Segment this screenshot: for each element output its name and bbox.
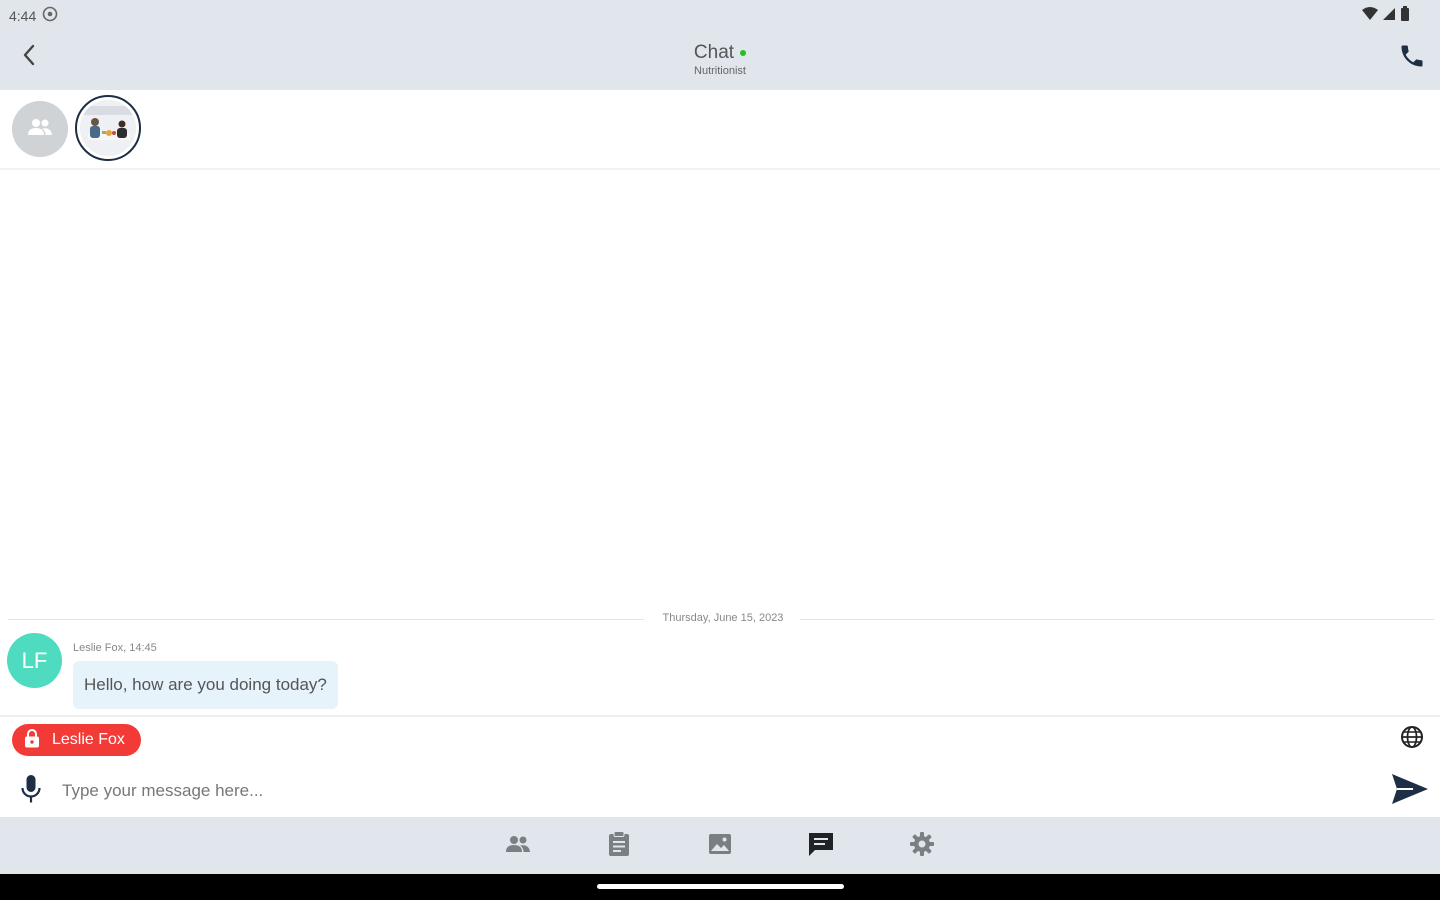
clipboard-icon: [608, 830, 630, 862]
page-subtitle: Nutritionist: [694, 65, 746, 77]
status-time-group: 4:44: [9, 6, 58, 25]
globe-icon: [1400, 725, 1424, 754]
online-status-dot: [740, 50, 747, 56]
wifi-icon: [1362, 7, 1378, 26]
recipient-name: Leslie Fox: [52, 731, 125, 748]
message-text: Hello, how are you doing today?: [84, 675, 327, 694]
chat-area[interactable]: Thursday, June 15, 2023 LF Leslie Fox, 1…: [0, 172, 1440, 715]
status-bar: 4:44: [0, 0, 1440, 30]
message-composer: Leslie Fox: [0, 715, 1440, 817]
nav-item-clipboard[interactable]: [604, 830, 634, 862]
microphone-icon: [20, 774, 42, 809]
message-bubble[interactable]: Hello, how are you doing today?: [73, 661, 338, 709]
signal-icon: [1382, 7, 1396, 26]
status-time: 4:44: [9, 7, 37, 24]
header-center: Chat Nutritionist: [0, 42, 1440, 77]
nav-item-chat[interactable]: [806, 831, 836, 861]
bottom-navigation: [0, 817, 1440, 874]
chat-icon: [808, 831, 834, 862]
participants-bar: [0, 90, 1440, 170]
page-title: Chat: [693, 42, 735, 63]
people-icon: [505, 834, 531, 859]
settings-icon: [909, 831, 935, 862]
divider-line-right: [800, 619, 1434, 620]
lock-icon: [24, 728, 40, 753]
date-divider: Thursday, June 15, 2023: [8, 610, 1434, 630]
home-indicator[interactable]: [597, 884, 844, 889]
send-icon: [1391, 772, 1429, 811]
group-icon: [27, 117, 53, 142]
date-label: Thursday, June 15, 2023: [662, 612, 784, 624]
send-button[interactable]: [1390, 772, 1430, 810]
image-icon: [708, 833, 732, 860]
translate-button[interactable]: [1398, 725, 1426, 753]
message-input[interactable]: [62, 777, 1362, 805]
nav-item-settings[interactable]: [907, 831, 937, 861]
divider-line-left: [8, 619, 644, 620]
system-gesture-bar: [0, 874, 1440, 900]
call-button[interactable]: [1396, 42, 1428, 74]
phone-icon: [1398, 42, 1426, 75]
microphone-button[interactable]: [16, 774, 46, 808]
recipient-chip[interactable]: Leslie Fox: [12, 724, 141, 756]
app-bar: Chat Nutritionist: [0, 30, 1440, 90]
page-title-group: Chat: [693, 42, 747, 64]
photo-avatar[interactable]: [75, 95, 141, 161]
nav-item-people[interactable]: [503, 831, 533, 861]
message-meta: Leslie Fox, 14:45: [73, 642, 157, 654]
settings-notification-icon: [42, 6, 58, 25]
status-icons: [1362, 6, 1410, 27]
battery-icon: [1400, 6, 1410, 27]
message-avatar[interactable]: LF: [7, 633, 62, 688]
avatar-photo: [80, 100, 136, 156]
nav-item-gallery[interactable]: [705, 831, 735, 861]
group-avatar[interactable]: [12, 101, 68, 157]
